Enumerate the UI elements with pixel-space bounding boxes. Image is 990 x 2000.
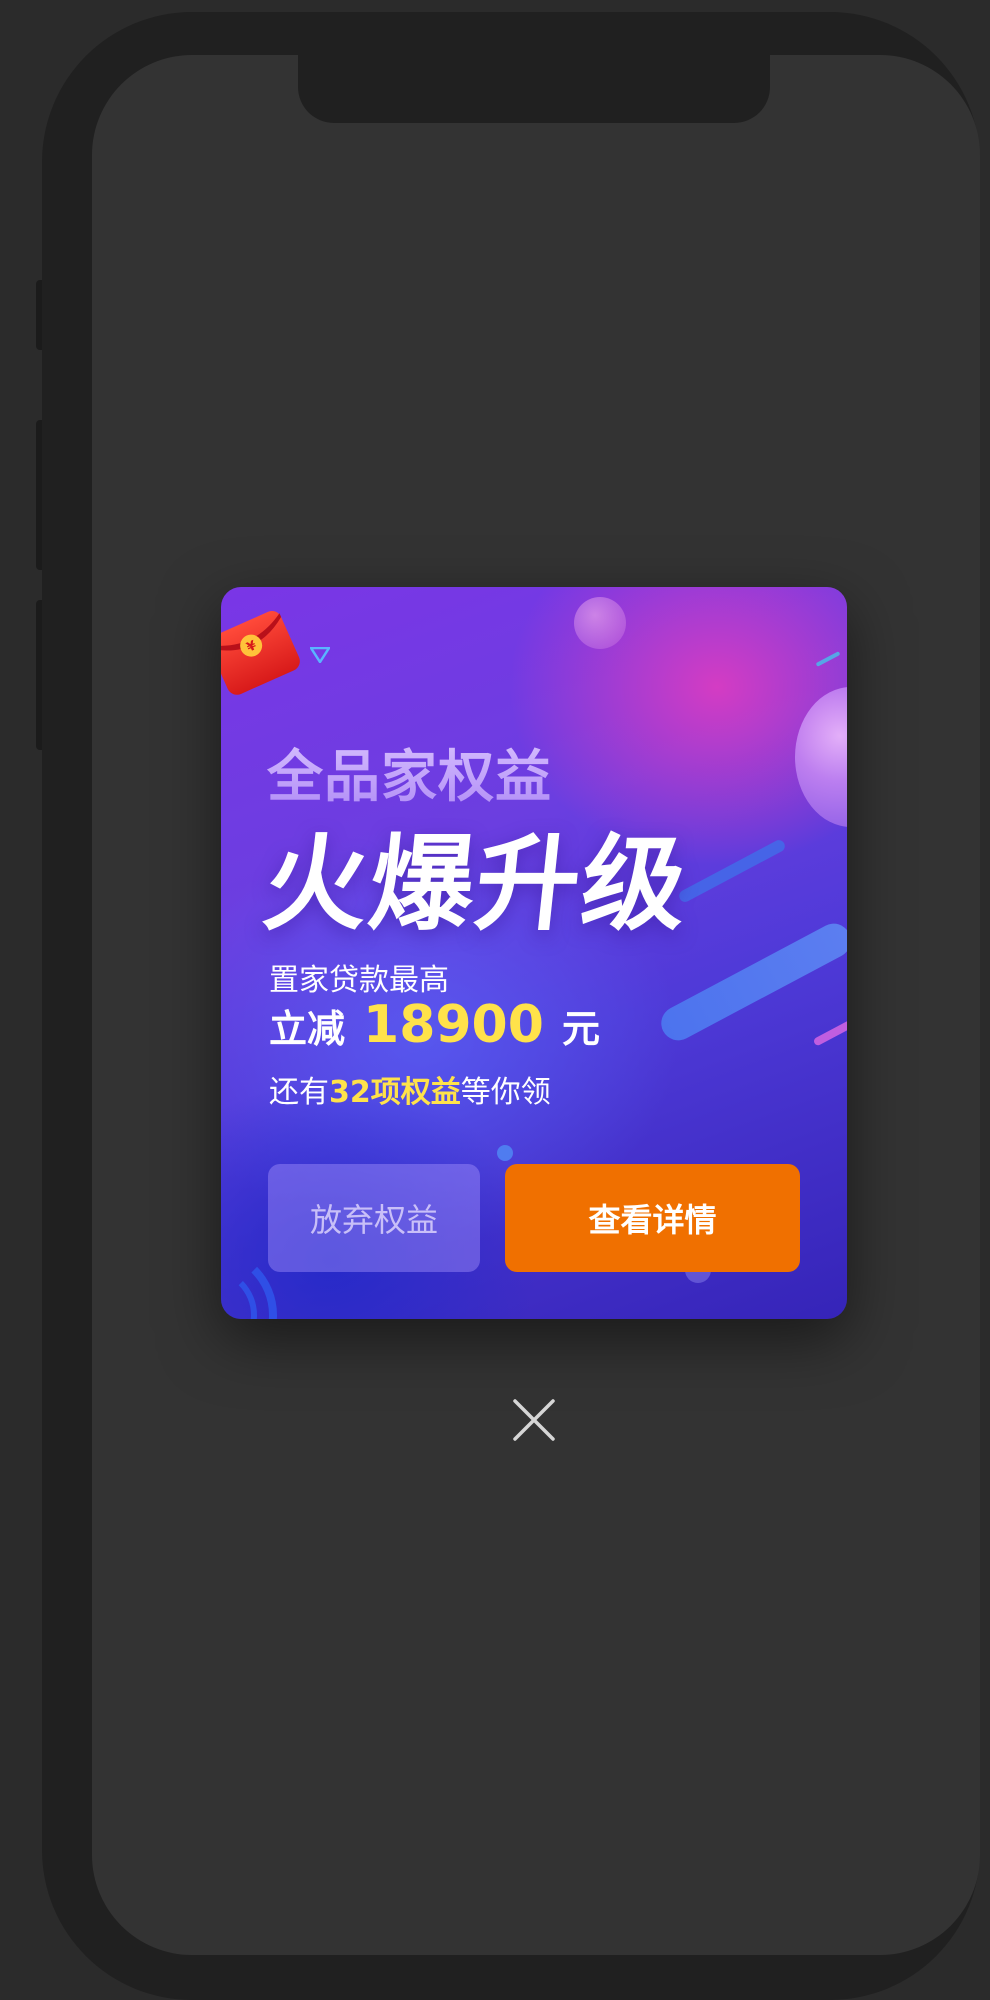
close-icon[interactable] — [512, 1398, 556, 1442]
promo-headline: 火爆升级 — [257, 823, 695, 945]
decor-streak — [812, 1011, 847, 1047]
discount-amount: 18900 — [363, 995, 544, 1055]
benefits-suffix: 等你领 — [460, 1075, 551, 1110]
page-backdrop: ¥ 全品家权益 火爆升级 置家贷款最高 立减 18900 元 还有32项权益等你… — [0, 0, 990, 2000]
decor-orb — [574, 597, 626, 649]
benefits-line: 还有32项权益等你领 — [269, 1067, 551, 1111]
red-envelope-icon: ¥ — [221, 611, 300, 695]
decline-benefits-button[interactable]: 放弃权益 — [268, 1164, 480, 1272]
phone-notch — [298, 55, 770, 123]
view-details-button[interactable]: 查看详情 — [505, 1164, 800, 1272]
benefits-count: 32项权益 — [329, 1075, 461, 1110]
triangle-icon — [310, 647, 330, 663]
discount-label: 立减 — [269, 1007, 346, 1051]
discount-line: 立减 18900 元 — [269, 995, 600, 1055]
benefits-prefix: 还有 — [269, 1075, 329, 1110]
offer-caption: 置家贷款最高 — [269, 963, 449, 998]
decor-dot — [497, 1145, 513, 1161]
decor-streak — [655, 917, 847, 1047]
discount-unit: 元 — [561, 1007, 600, 1051]
promo-popup: ¥ 全品家权益 火爆升级 置家贷款最高 立减 18900 元 还有32项权益等你… — [221, 587, 847, 1319]
